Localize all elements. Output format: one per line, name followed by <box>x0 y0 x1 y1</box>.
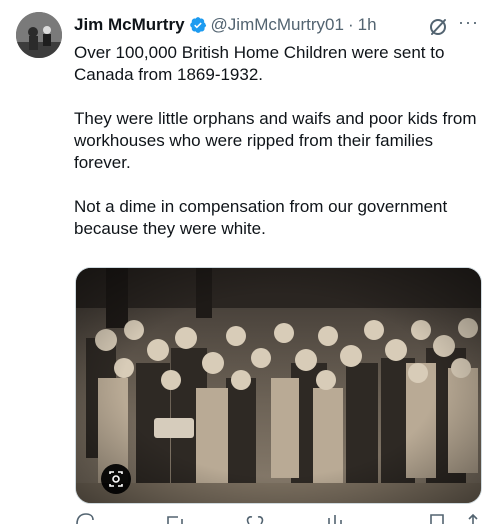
tweet-card[interactable]: Jim McMurtry @JimMcMurtry01 · 1h ··· Ove… <box>0 0 500 524</box>
grok-icon[interactable] <box>428 17 448 37</box>
verified-badge-icon[interactable] <box>189 16 207 34</box>
views-icon[interactable] <box>324 512 346 524</box>
post-time[interactable]: 1h <box>358 15 377 35</box>
tweet-header: Jim McMurtry @JimMcMurtry01 · 1h <box>74 14 484 36</box>
more-icon[interactable]: ··· <box>458 13 484 34</box>
tweet-paragraph: Not a dime in compensation from our gove… <box>74 197 448 238</box>
tweet-paragraph: They were little orphans and waifs and p… <box>74 109 477 172</box>
author-handle[interactable]: @JimMcMurtry01 <box>211 15 344 35</box>
bookmark-icon[interactable] <box>426 512 448 524</box>
reply-icon[interactable] <box>74 512 96 524</box>
avatar-photo-icon <box>16 12 62 58</box>
tweet-text: Over 100,000 British Home Children were … <box>74 42 484 262</box>
grok-analyze-icon[interactable] <box>101 464 131 494</box>
author-avatar[interactable] <box>16 12 62 58</box>
author-name[interactable]: Jim McMurtry <box>74 15 185 35</box>
share-icon[interactable] <box>462 512 484 524</box>
action-bar <box>74 512 484 524</box>
photo-icon <box>76 268 481 503</box>
tweet-photo[interactable] <box>75 267 482 504</box>
separator-dot: · <box>347 15 354 34</box>
tweet-paragraph: Over 100,000 British Home Children were … <box>74 43 445 84</box>
repost-icon[interactable] <box>164 512 186 524</box>
like-icon[interactable] <box>244 512 266 524</box>
